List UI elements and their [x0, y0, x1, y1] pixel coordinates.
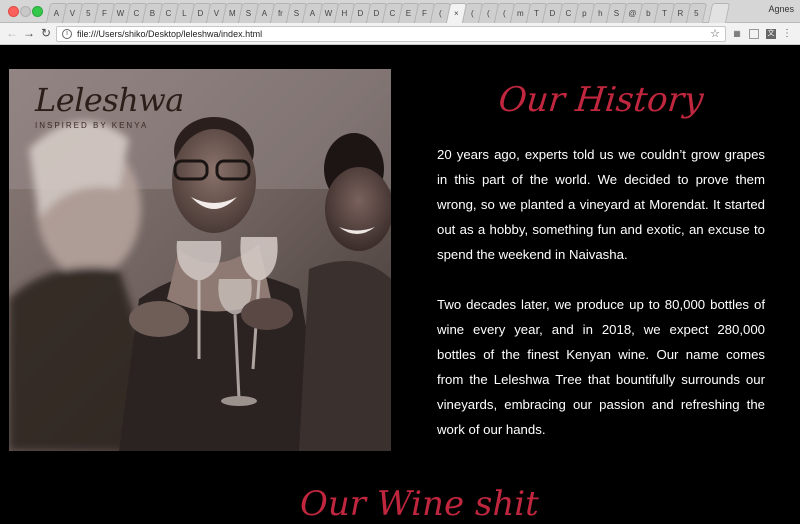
new-tab-button[interactable] — [707, 3, 731, 23]
browser-toolbar: ← → ↻ i file:///Users/shiko/Desktop/lele… — [0, 23, 800, 45]
translate-icon[interactable]: 文 — [766, 29, 776, 39]
menu-kebab-icon[interactable]: ⋮ — [782, 29, 792, 39]
maximize-window-button[interactable] — [32, 6, 43, 17]
section-title: Our History — [496, 80, 706, 120]
logo-name: Leleshwa — [35, 81, 184, 119]
tabs-container: A V 5 F W C B C L D V M S Afr S A W H D D C E F(×(((m T D Cp h S @ b T… — [45, 3, 731, 23]
reload-icon[interactable]: ↻ — [39, 26, 53, 41]
forward-arrow-icon[interactable]: → — [22, 26, 36, 41]
address-bar[interactable]: i file:///Users/shiko/Desktop/leleshwa/i… — [56, 26, 726, 42]
tab-label: 5 — [694, 9, 699, 18]
brand-logo: Leleshwa INSPIRED BY KENYA — [35, 81, 184, 130]
next-section-title: Our Wine shit — [300, 484, 539, 524]
hero-photo: Leleshwa INSPIRED BY KENYA — [9, 69, 391, 451]
browser-tab[interactable]: 5 — [685, 3, 708, 23]
history-paragraph-2: Two decades later, we produce up to 80,0… — [437, 297, 765, 437]
extension-icon[interactable] — [749, 29, 759, 39]
extension-grid-icon[interactable]: ▦ — [732, 29, 742, 39]
back-arrow-icon[interactable]: ← — [5, 26, 19, 41]
info-icon[interactable]: i — [62, 29, 72, 39]
close-window-button[interactable] — [8, 6, 19, 17]
bookmark-star-icon[interactable]: ☆ — [710, 27, 720, 41]
minimize-window-button[interactable] — [20, 6, 31, 17]
logo-tagline: INSPIRED BY KENYA — [35, 121, 149, 130]
url-text[interactable]: file:///Users/shiko/Desktop/leleshwa/ind… — [77, 28, 262, 41]
tab-strip: A V 5 F W C B C L D V M S Afr S A W H D D C E F(×(((m T D Cp h S @ b T… — [0, 0, 800, 23]
history-paragraph-1: 20 years ago, experts told us we couldn’… — [437, 147, 765, 262]
profile-name[interactable]: Agnes — [768, 4, 794, 14]
